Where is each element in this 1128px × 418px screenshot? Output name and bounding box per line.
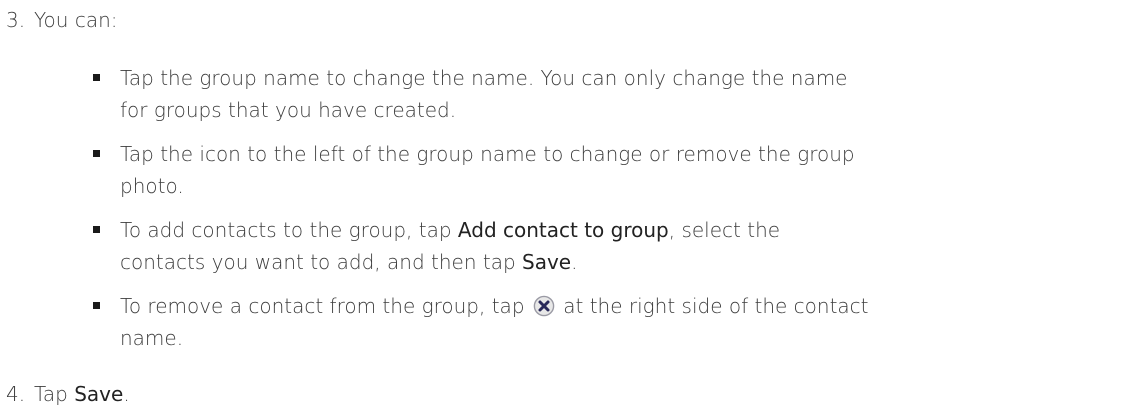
bullet-marker — [93, 226, 100, 233]
step-text: You can: — [34, 8, 118, 32]
bullet-marker — [93, 302, 100, 309]
bullet-line: for groups that you have created. — [120, 98, 457, 122]
remove-x-circle-icon — [533, 295, 555, 317]
ui-term-save: Save — [74, 382, 124, 406]
step-text: Tap Save. — [34, 380, 130, 408]
ui-term-save: Save — [522, 250, 572, 274]
bullet-item: To remove a contact from the group, tap … — [120, 290, 1060, 354]
bullet-text: , select the — [668, 218, 781, 242]
bullet-text: To add contacts to the group, tap — [120, 218, 458, 242]
bullet-line: contacts you want to add, and then tap S… — [120, 246, 1060, 278]
bullet-line: Tap the group name to change the name. Y… — [120, 66, 848, 90]
instruction-page: 3. You can: Tap the group name to change… — [0, 0, 1128, 418]
bullet-line: photo. — [120, 174, 184, 198]
bullet-item: To add contacts to the group, tap Add co… — [120, 214, 1060, 278]
step-number: 4. — [6, 382, 26, 406]
bullet-marker — [93, 150, 100, 157]
bullet-line: To add contacts to the group, tap Add co… — [120, 214, 1060, 246]
bullet-line: To remove a contact from the group, tap … — [120, 290, 1060, 322]
step-text-part: . — [123, 382, 130, 406]
step-number: 3. — [6, 8, 26, 32]
bullet-marker — [93, 74, 100, 81]
bullet-text: at the right side of the contact — [556, 294, 869, 318]
bullet-item: Tap the group name to change the name. Y… — [120, 62, 1060, 126]
bullet-text: contacts you want to add, and then tap — [120, 250, 523, 274]
bullet-line: Tap the icon to the left of the group na… — [120, 142, 855, 166]
step-text-part: Tap — [34, 382, 75, 406]
bullet-item: Tap the icon to the left of the group na… — [120, 138, 1060, 202]
bullet-text: To remove a contact from the group, tap — [120, 294, 531, 318]
ui-term-add-contact-to-group: Add contact to group — [457, 218, 669, 242]
bullet-text: . — [571, 250, 578, 274]
bullet-line: name. — [120, 326, 184, 350]
